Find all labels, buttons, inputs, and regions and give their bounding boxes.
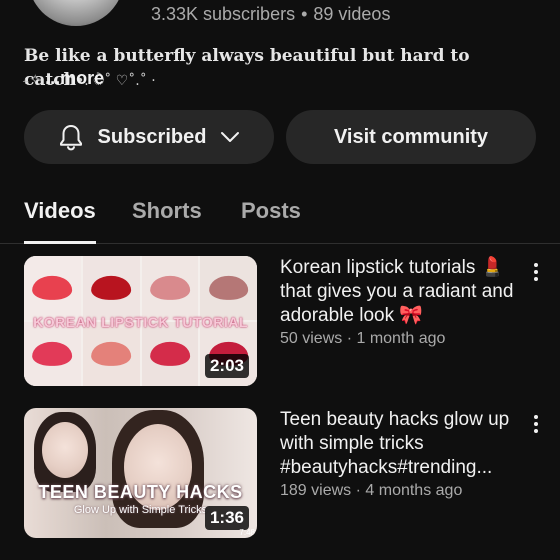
duration-badge: 1:36	[204, 506, 249, 530]
video-count: 89 videos	[313, 4, 391, 24]
meta-separator: ·	[355, 482, 361, 499]
sparkle-decoration: ₊✧	[22, 72, 42, 88]
subscriber-count: 3.33K subscribers	[151, 4, 296, 24]
channel-avatar[interactable]	[28, 0, 124, 26]
video-item[interactable]: KOREAN LIPSTICK TUTORIAL 2:03 Korean lip…	[24, 256, 544, 386]
video-info[interactable]: Korean lipstick tutorials 💄 that gives y…	[280, 256, 520, 348]
meta-separator: •	[301, 4, 308, 24]
video-title[interactable]: Korean lipstick tutorials 💄 that gives y…	[280, 256, 520, 328]
video-meta: 189 views · 4 months ago	[280, 482, 520, 500]
video-item[interactable]: TEEN BEAUTY HACKS Glow Up with Simple Tr…	[24, 408, 544, 538]
thumbnail-caption: KOREAN LIPSTICK TUTORIAL	[33, 314, 248, 330]
more-vert-icon[interactable]	[528, 412, 544, 436]
visit-community-label: Visit community	[333, 125, 489, 148]
video-title[interactable]: Teen beauty hacks glow up with simple tr…	[280, 408, 520, 480]
more-vert-icon[interactable]	[528, 260, 544, 284]
bell-icon	[58, 123, 84, 151]
view-count: 50 views	[280, 330, 343, 347]
subscribed-button[interactable]: Subscribed	[24, 110, 274, 164]
video-thumbnail[interactable]: TEEN BEAUTY HACKS Glow Up with Simple Tr…	[24, 408, 257, 538]
tab-posts[interactable]: Posts	[241, 198, 301, 224]
channel-tabs: Videos Shorts Posts	[0, 186, 560, 244]
upload-age: 4 months ago	[365, 482, 463, 499]
active-tab-indicator	[24, 241, 96, 244]
upload-age: 1 month ago	[356, 330, 446, 347]
more-link[interactable]: ₊✧ ...more	[22, 68, 104, 89]
video-meta: 50 views · 1 month ago	[280, 330, 520, 348]
view-count: 189 views	[280, 482, 352, 499]
more-label: ...more	[45, 68, 105, 88]
visit-community-button[interactable]: Visit community	[286, 110, 536, 164]
meta-separator: ·	[346, 330, 353, 347]
tab-videos[interactable]: Videos	[24, 198, 96, 224]
thumbnail-caption: TEEN BEAUTY HACKS	[38, 482, 243, 502]
video-thumbnail[interactable]: KOREAN LIPSTICK TUTORIAL 2:03	[24, 256, 257, 386]
tab-shorts[interactable]: Shorts	[132, 198, 202, 224]
chevron-down-icon	[220, 131, 240, 143]
thumbnail-corner-text: 7:48	[239, 528, 255, 537]
duration-badge: 2:03	[204, 354, 249, 378]
video-info[interactable]: Teen beauty hacks glow up with simple tr…	[280, 408, 520, 500]
channel-stats: 3.33K subscribers • 89 videos	[151, 4, 390, 25]
thumbnail-figure	[42, 422, 88, 478]
subscribed-label: Subscribed	[97, 125, 207, 148]
